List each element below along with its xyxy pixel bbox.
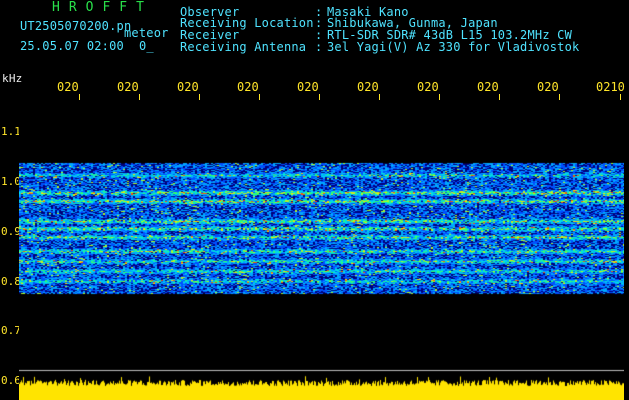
x-tick-label: 020 — [357, 80, 379, 94]
filename-label: UT2505070200.pn — [20, 19, 132, 33]
y-tick-label: 0.7 — [1, 324, 21, 337]
x-tick-label: 0210 — [596, 80, 625, 94]
x-tick-label: 020 — [117, 80, 139, 94]
x-tick-label: 020 — [537, 80, 559, 94]
antenna-label: Receiving Antenna — [180, 40, 307, 54]
spectrogram-plot — [19, 100, 624, 400]
status-glyph: 0_ — [139, 39, 154, 53]
datetime-label: 25.05.07 02:00 — [20, 39, 124, 53]
y-tick-label: 0.9 — [1, 225, 21, 238]
colon: : — [315, 40, 323, 54]
x-tick-label: 020 — [297, 80, 319, 94]
x-tick-label: 020 — [477, 80, 499, 94]
y-tick-label: 1.1 — [1, 125, 21, 138]
antenna-value: 3el Yagi(V) Az 330 for Vladivostok — [327, 40, 580, 54]
y-tick-label: 0.8 — [1, 275, 21, 288]
x-tick-label: 020 — [417, 80, 439, 94]
app-title: HROFFT — [52, 0, 153, 15]
y-axis-unit: kHz — [2, 72, 23, 85]
x-tick-label: 020 — [237, 80, 259, 94]
x-tick-label: 020 — [177, 80, 199, 94]
y-tick-label: 1.0 — [1, 175, 21, 188]
x-tick-label: 020 — [57, 80, 79, 94]
mode-label: meteor — [124, 26, 169, 40]
y-tick-label: 0.6 — [1, 374, 21, 387]
